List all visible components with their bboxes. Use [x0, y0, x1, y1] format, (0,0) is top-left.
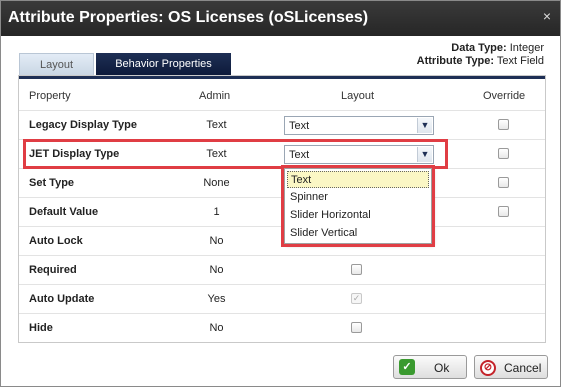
ok-button[interactable]: ✓ Ok	[393, 355, 467, 379]
property-name: Legacy Display Type	[29, 119, 138, 131]
override-checkbox[interactable]	[498, 119, 509, 130]
table-row: Default Value 1	[19, 197, 545, 226]
admin-value: No	[209, 264, 224, 276]
cancel-button[interactable]: ⊘ Cancel	[474, 355, 548, 379]
attribute-type-value: Text Field	[496, 55, 544, 67]
property-name: Auto Update	[29, 293, 95, 305]
checkmark-icon: ✓	[399, 359, 415, 375]
header-override: Override	[483, 90, 526, 102]
table-row: Auto Lock No	[19, 226, 545, 255]
table-row: Auto Update Yes ✓	[19, 284, 545, 313]
hide-checkbox[interactable]	[351, 322, 362, 333]
cancel-icon: ⊘	[480, 360, 496, 376]
table-header: Property Admin Layout Override	[19, 76, 545, 110]
property-name: Required	[29, 264, 77, 276]
title-bar: Attribute Properties: OS Licenses (oSLic…	[1, 1, 560, 36]
header-layout: Layout	[341, 90, 375, 102]
attribute-type-label: Attribute Type:	[416, 55, 495, 67]
table-row: Legacy Display Type Text Text ▼	[19, 110, 545, 139]
table-row: Hide No	[19, 313, 545, 342]
admin-value: No	[209, 322, 224, 334]
select-value: Text	[289, 120, 310, 132]
admin-value: No	[209, 235, 224, 247]
admin-value: Text	[206, 119, 227, 131]
data-type-value: Integer	[509, 42, 544, 54]
property-name: Hide	[29, 322, 53, 334]
property-name: Auto Lock	[29, 235, 83, 247]
dropdown-option-slider-vertical[interactable]: Slider Vertical	[287, 225, 429, 242]
property-name: Default Value	[29, 206, 99, 218]
behavior-properties-panel: Property Admin Layout Override Legacy Di…	[18, 75, 546, 343]
jet-display-type-dropdown: Text Spinner Slider Horizontal Slider Ve…	[281, 165, 435, 247]
attribute-properties-dialog: Attribute Properties: OS Licenses (oSLic…	[0, 0, 561, 387]
property-name: Set Type	[29, 177, 75, 189]
table-row: Set Type None	[19, 168, 545, 197]
legacy-display-type-select[interactable]: Text ▼	[284, 116, 434, 135]
dropdown-option-slider-horizontal[interactable]: Slider Horizontal	[287, 207, 429, 224]
header-admin: Admin	[199, 90, 231, 102]
tab-behavior-properties[interactable]: Behavior Properties	[96, 53, 231, 75]
chevron-down-icon[interactable]: ▼	[417, 118, 432, 133]
header-property: Property	[29, 90, 71, 102]
close-icon[interactable]: ×	[543, 8, 551, 24]
override-checkbox[interactable]	[498, 148, 509, 159]
required-checkbox[interactable]	[351, 264, 362, 275]
admin-value: Text	[206, 148, 227, 160]
admin-value: Yes	[207, 293, 226, 305]
dialog-title: Attribute Properties: OS Licenses (oSLic…	[8, 9, 369, 26]
property-name: JET Display Type	[29, 148, 120, 160]
admin-value: 1	[213, 206, 220, 218]
auto-update-checkbox: ✓	[351, 293, 362, 304]
override-checkbox[interactable]	[498, 177, 509, 188]
dropdown-option-spinner[interactable]: Spinner	[287, 189, 429, 206]
dropdown-option-text[interactable]: Text	[287, 171, 429, 188]
ok-label: Ok	[434, 361, 450, 375]
data-type-label: Data Type:	[451, 42, 507, 54]
admin-value: None	[203, 177, 230, 189]
tab-layout[interactable]: Layout	[19, 53, 94, 75]
table-row: Required No	[19, 255, 545, 284]
jet-display-type-select[interactable]: Text ▼	[284, 145, 434, 164]
table-row: JET Display Type Text Text ▼	[19, 139, 545, 168]
cancel-label: Cancel	[504, 361, 542, 375]
attribute-meta: Data Type: Integer Attribute Type: Text …	[417, 42, 544, 68]
chevron-down-icon[interactable]: ▼	[417, 147, 432, 162]
override-checkbox[interactable]	[498, 206, 509, 217]
select-value: Text	[289, 149, 310, 161]
